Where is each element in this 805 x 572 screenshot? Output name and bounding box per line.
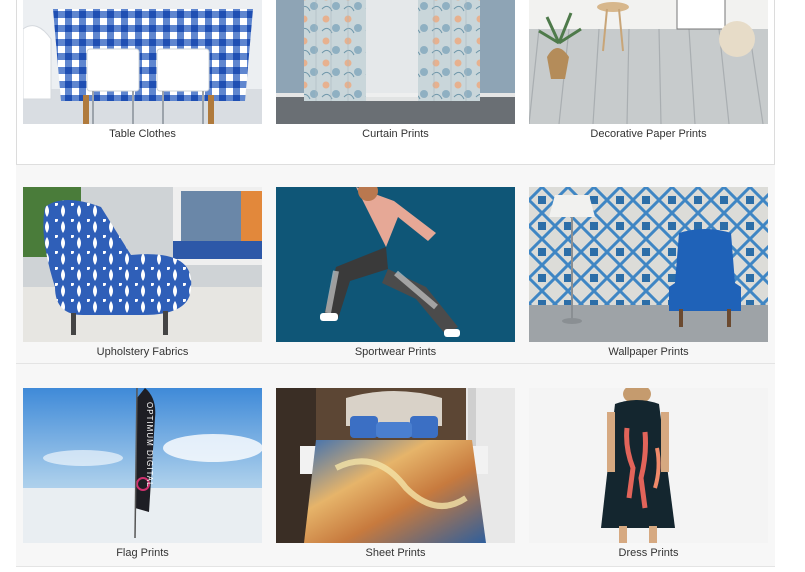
gallery-item-flag-prints[interactable]: OPTIMUM DIGITAL Flag Prints xyxy=(23,388,262,560)
gallery-item-label: Wallpaper Prints xyxy=(608,346,689,358)
blue-pattern-armchair-image xyxy=(23,187,262,342)
feather-flag-sky-image: OPTIMUM DIGITAL xyxy=(23,388,262,543)
flamingo-dress-image xyxy=(529,388,768,543)
gallery-item-label: Flag Prints xyxy=(116,547,169,559)
gallery-item-label: Curtain Prints xyxy=(362,128,429,140)
gallery-item-decorative-paper-prints[interactable]: Decorative Paper Prints xyxy=(529,0,768,141)
gallery-item-curtain-prints[interactable]: Curtain Prints xyxy=(276,0,515,141)
gallery-item-label: Sheet Prints xyxy=(365,547,426,559)
flag-banner-text: OPTIMUM DIGITAL xyxy=(145,402,154,488)
gallery-item-table-clothes[interactable]: Table Clothes xyxy=(23,0,262,141)
printed-bedsheet-image xyxy=(276,388,515,543)
gallery-item-label: Decorative Paper Prints xyxy=(590,128,707,140)
gallery-item-dress-prints[interactable]: Dress Prints xyxy=(529,388,768,560)
gallery-item-label: Table Clothes xyxy=(109,128,176,140)
gallery-item-sportwear-prints[interactable]: Sportwear Prints xyxy=(276,187,515,359)
gallery-item-sheet-prints[interactable]: Sheet Prints xyxy=(276,388,515,560)
gallery-item-label: Dress Prints xyxy=(618,547,679,559)
tile-wallpaper-blue-chair-image xyxy=(529,187,768,342)
gallery-item-label: Upholstery Fabrics xyxy=(96,346,189,358)
blue-gingham-tablecloth-image xyxy=(23,0,262,124)
gallery-item-wallpaper-prints[interactable]: Wallpaper Prints xyxy=(529,187,768,359)
runner-leggings-image xyxy=(276,187,515,342)
wood-floor-room-image xyxy=(529,0,768,124)
gallery-item-upholstery-fabrics[interactable]: Upholstery Fabrics xyxy=(23,187,262,359)
gallery-item-label: Sportwear Prints xyxy=(354,346,437,358)
floral-curtains-image xyxy=(276,0,515,124)
